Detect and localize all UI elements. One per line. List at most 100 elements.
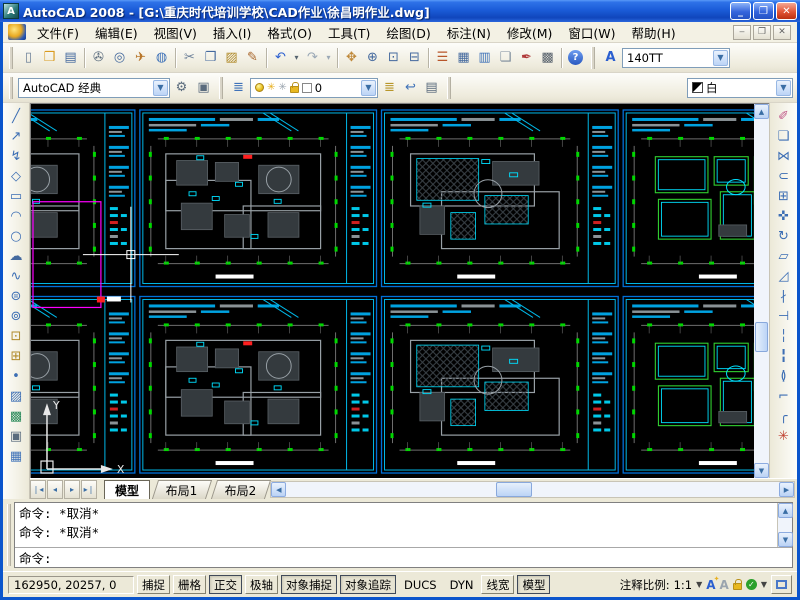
toggle-polar[interactable]: 极轴	[245, 575, 278, 594]
chamfer-button[interactable]: ⌐	[773, 386, 794, 406]
gradient-button[interactable]: ▩	[6, 406, 27, 426]
workspace-settings-button[interactable]: ⚙	[171, 77, 192, 98]
join-button[interactable]: ≬	[773, 366, 794, 386]
toggle-lineweight[interactable]: 线宽	[481, 575, 514, 594]
command-input[interactable]: 命令:	[15, 548, 792, 567]
polyline-button[interactable]: ↯	[6, 146, 27, 166]
scrollbar-thumb[interactable]	[496, 482, 532, 497]
tab-layout1[interactable]: 布局1	[152, 480, 212, 499]
make-object-layer-current-button[interactable]: ≣	[379, 77, 400, 98]
revision-cloud-button[interactable]: ☁	[6, 246, 27, 266]
save-button[interactable]: ▤	[60, 47, 81, 68]
open-button[interactable]: ❒	[39, 47, 60, 68]
toolbar-grip[interactable]	[219, 77, 223, 99]
annotation-scale-value[interactable]: 1:1	[674, 578, 693, 592]
plot-preview-button[interactable]: ◎	[109, 47, 130, 68]
scale-button[interactable]: ▱	[773, 246, 794, 266]
layer-freeze-sun-icon[interactable]: ✳	[267, 83, 275, 93]
menu-help[interactable]: 帮助(H)	[624, 21, 684, 44]
rectangle-button[interactable]: ▭	[6, 186, 27, 206]
copy-clip-button[interactable]: ❐	[200, 47, 221, 68]
hatch-button[interactable]: ▨	[6, 386, 27, 406]
toggle-ducs[interactable]: DUCS	[399, 575, 442, 594]
tab-nav-last[interactable]: ▸❘	[81, 480, 97, 499]
scroll-down-icon[interactable]: ▼	[778, 532, 793, 547]
mirror-button[interactable]: ⋈	[773, 146, 794, 166]
toggle-ortho[interactable]: 正交	[209, 575, 242, 594]
menu-format[interactable]: 格式(O)	[259, 21, 320, 44]
redo-menu-button[interactable]: ▾	[323, 47, 334, 68]
drawing-canvas[interactable]: YX	[30, 103, 754, 478]
ellipse-arc-button[interactable]: ⊚	[6, 306, 27, 326]
toggle-model[interactable]: 模型	[517, 575, 550, 594]
scroll-left-icon[interactable]: ◀	[271, 482, 286, 497]
break-button[interactable]: ╏	[773, 346, 794, 366]
chevron-down-icon[interactable]: ▼	[761, 581, 767, 589]
menu-window[interactable]: 窗口(W)	[560, 21, 623, 44]
array-button[interactable]: ⊞	[773, 186, 794, 206]
text-style-button[interactable]: A	[600, 47, 621, 68]
undo-button[interactable]: ↶	[270, 47, 291, 68]
chevron-down-icon[interactable]: ▼	[361, 80, 376, 96]
toolbar-lock-icon[interactable]	[733, 583, 742, 590]
doc-minimize-button[interactable]: ‒	[733, 25, 751, 40]
offset-button[interactable]: ⊂	[773, 166, 794, 186]
layer-on-bulb-icon[interactable]	[255, 83, 264, 92]
zoom-realtime-button[interactable]: ⊕	[362, 47, 383, 68]
trim-button[interactable]: ∤	[773, 286, 794, 306]
status-ok-icon[interactable]: ✓	[746, 579, 757, 590]
chevron-down-icon[interactable]: ▼	[713, 50, 728, 66]
ellipse-button[interactable]: ⊜	[6, 286, 27, 306]
toggle-snap[interactable]: 捕捉	[137, 575, 170, 594]
scroll-right-icon[interactable]: ▶	[779, 482, 794, 497]
make-block-button[interactable]: ⊞	[6, 346, 27, 366]
undo-menu-button[interactable]: ▾	[291, 47, 302, 68]
chevron-down-icon[interactable]: ▼	[776, 80, 791, 96]
layer-states-button[interactable]: ▤	[421, 77, 442, 98]
canvas-horizontal-scrollbar[interactable]: ◀ ▶	[270, 481, 795, 498]
toggle-osnap[interactable]: 对象捕捉	[281, 575, 337, 594]
paste-button[interactable]: ▨	[221, 47, 242, 68]
sheet-set-manager-button[interactable]: ❏	[495, 47, 516, 68]
scroll-down-icon[interactable]: ▼	[754, 463, 769, 478]
copy-button[interactable]: ❏	[773, 126, 794, 146]
canvas-vertical-scrollbar[interactable]: ▲ ▼	[754, 103, 769, 478]
close-button[interactable]: ✕	[776, 2, 797, 20]
annotation-autoscale-icon[interactable]: A	[720, 579, 729, 591]
region-button[interactable]: ▣	[6, 426, 27, 446]
extend-button[interactable]: ⊣	[773, 306, 794, 326]
zoom-previous-button[interactable]: ⊟	[404, 47, 425, 68]
toolbar-grip[interactable]	[9, 47, 13, 69]
layer-lock-icon[interactable]	[290, 86, 299, 93]
menu-dimension[interactable]: 标注(N)	[439, 21, 499, 44]
pan-button[interactable]: ✥	[341, 47, 362, 68]
zoom-window-button[interactable]: ⊡	[383, 47, 404, 68]
toggle-dyn[interactable]: DYN	[445, 575, 479, 594]
command-scrollbar[interactable]: ▲ ▼	[777, 503, 792, 547]
tab-nav-prev[interactable]: ◂	[47, 480, 63, 499]
minimize-button[interactable]: _	[730, 2, 751, 20]
help-button[interactable]: ?	[565, 47, 586, 68]
circle-button[interactable]: ○	[6, 226, 27, 246]
command-window-grip[interactable]	[7, 504, 11, 566]
spline-button[interactable]: ∿	[6, 266, 27, 286]
layer-properties-button[interactable]: ≣	[228, 77, 249, 98]
tab-nav-first[interactable]: ❘◂	[30, 480, 46, 499]
erase-button[interactable]: ✐	[773, 106, 794, 126]
move-button[interactable]: ✜	[773, 206, 794, 226]
menu-draw[interactable]: 绘图(D)	[378, 21, 438, 44]
my-workspace-button[interactable]: ▣	[193, 77, 214, 98]
tab-model[interactable]: 模型	[104, 480, 150, 499]
workspace-combo[interactable]: AutoCAD 经典 ▼	[18, 78, 170, 98]
cut-button[interactable]: ✂	[179, 47, 200, 68]
tab-layout2[interactable]: 布局2	[211, 480, 271, 499]
layer-combo[interactable]: ✳ ✳ 0 ▼	[250, 78, 378, 98]
stretch-button[interactable]: ◿	[773, 266, 794, 286]
redo-button[interactable]: ↷	[302, 47, 323, 68]
polygon-button[interactable]: ◇	[6, 166, 27, 186]
table-button[interactable]: ▦	[6, 446, 27, 466]
coordinates-readout[interactable]: 162950, 20257, 0	[8, 576, 134, 594]
rotate-button[interactable]: ↻	[773, 226, 794, 246]
doc-restore-button[interactable]: ❐	[753, 25, 771, 40]
arc-button[interactable]: ◠	[6, 206, 27, 226]
